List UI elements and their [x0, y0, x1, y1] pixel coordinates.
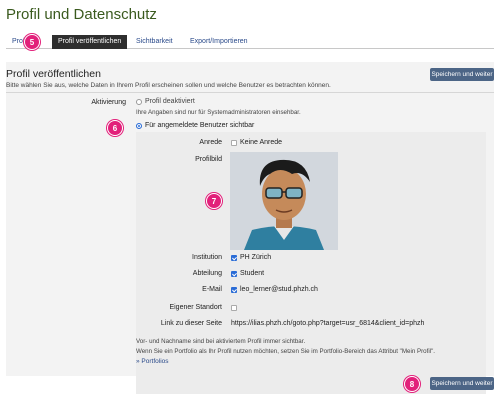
save-and-continue-button-bottom[interactable]: Speichern und weiter — [430, 377, 494, 390]
standort-checkbox[interactable] — [231, 305, 237, 311]
annotation-badge-7: 7 — [206, 193, 222, 209]
portfolios-link[interactable]: » Portfolios — [136, 358, 169, 365]
page-title: Profil und Datenschutz — [6, 6, 157, 23]
profile-link-value: https://ilias.phzh.ch/goto.php?target=us… — [231, 320, 425, 327]
annotation-badge-8: 8 — [404, 376, 420, 392]
radio-profile-disabled[interactable] — [136, 99, 142, 105]
avatar-illustration — [230, 152, 338, 250]
abteilung-label: Abteilung — [192, 270, 222, 277]
tab-export-importieren[interactable]: Export/Importieren — [184, 35, 254, 49]
annotation-badge-5: 5 — [24, 34, 40, 50]
abteilung-checkbox[interactable] — [231, 271, 237, 277]
email-checkbox[interactable] — [231, 287, 237, 293]
anrede-value: Keine Anrede — [240, 139, 283, 146]
save-and-continue-button-top[interactable]: Speichern und weiter — [430, 68, 494, 81]
tab-bar: Profil Profil veröffentlichen Sichtbarke… — [6, 35, 494, 49]
institution-checkbox[interactable] — [231, 255, 237, 261]
section-description: Bitte wählen Sie aus, welche Daten in Ih… — [6, 82, 331, 89]
radio-profile-disabled-hint: Ihre Angaben sind nur für Systemadminist… — [136, 109, 301, 116]
divider — [6, 92, 494, 93]
annotation-badge-6: 6 — [107, 120, 123, 136]
footer-note-line2: Wenn Sie ein Portfolio als Ihr Profil nu… — [136, 348, 436, 355]
email-label: E-Mail — [202, 286, 222, 293]
tab-profil-veroeffentlichen[interactable]: Profil veröffentlichen — [52, 35, 128, 49]
radio-visible-for-users[interactable] — [136, 123, 142, 129]
profilbild-label: Profilbild — [195, 156, 222, 163]
footer-note-line1: Vor- und Nachname sind bei aktiviertem P… — [136, 338, 306, 345]
standort-label: Eigener Standort — [169, 304, 222, 311]
abteilung-value: Student — [240, 270, 265, 277]
tab-sichtbarkeit[interactable]: Sichtbarkeit — [130, 35, 179, 49]
activation-label: Aktivierung — [91, 99, 126, 106]
radio-visible-for-users-label: Für angemeldete Benutzer sichtbar — [145, 122, 255, 129]
profile-picture — [230, 152, 338, 250]
email-value: leo_lerner@stud.phzh.ch — [240, 286, 318, 293]
anrede-label: Anrede — [199, 139, 222, 146]
institution-label: Institution — [192, 254, 222, 261]
institution-value: PH Zürich — [240, 254, 272, 261]
link-label: Link zu dieser Seite — [160, 320, 222, 327]
section-title: Profil veröffentlichen — [6, 68, 101, 80]
anrede-checkbox[interactable] — [231, 140, 237, 146]
radio-profile-disabled-label: Profil deaktiviert — [145, 98, 195, 105]
